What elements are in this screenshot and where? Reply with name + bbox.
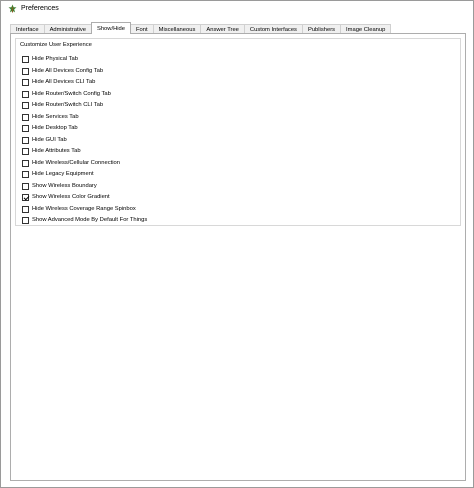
checkbox[interactable] xyxy=(22,217,29,225)
checkbox[interactable] xyxy=(22,56,29,64)
checkbox[interactable] xyxy=(22,171,29,179)
option-label: Hide All Devices CLI Tab xyxy=(32,79,96,86)
option-hide-services-tab[interactable]: Hide Services Tab xyxy=(22,112,147,124)
option-hide-router-switch-cli-tab[interactable]: Hide Router/Switch CLI Tab xyxy=(22,100,147,112)
checkbox[interactable] xyxy=(22,182,29,190)
checkbox[interactable] xyxy=(22,102,29,110)
option-label: Hide GUI Tab xyxy=(32,136,67,143)
option-show-advanced-mode-by-default[interactable]: Show Advanced Mode By Default For Things xyxy=(22,215,147,227)
option-hide-all-devices-cli-tab[interactable]: Hide All Devices CLI Tab xyxy=(22,77,147,89)
option-hide-wireless-coverage-range-spinbox[interactable]: Hide Wireless Coverage Range Spinbox xyxy=(22,204,147,216)
option-label: Hide Services Tab xyxy=(32,113,79,120)
tab-show-hide[interactable]: Show/Hide xyxy=(90,22,132,34)
option-label: Show Advanced Mode By Default For Things xyxy=(32,217,148,224)
checkbox[interactable] xyxy=(22,79,29,87)
group-title: Customize User Experience xyxy=(20,42,92,48)
option-label: Hide Router/Switch Config Tab xyxy=(32,90,111,97)
option-hide-desktop-tab[interactable]: Hide Desktop Tab xyxy=(22,123,147,135)
title-bar[interactable]: Preferences xyxy=(1,1,473,17)
checkbox[interactable] xyxy=(22,67,29,75)
option-label: Hide Physical Tab xyxy=(32,56,78,63)
option-show-wireless-boundary[interactable]: Show Wireless Boundary xyxy=(22,181,147,193)
option-label: Show Wireless Boundary xyxy=(32,182,97,189)
checkbox[interactable] xyxy=(22,159,29,167)
option-label: Hide Desktop Tab xyxy=(32,125,78,132)
checkbox[interactable] xyxy=(22,205,29,213)
option-label: Hide Legacy Equipment xyxy=(32,171,94,178)
options-list: Hide Physical Tab Hide All Devices Confi… xyxy=(22,54,147,227)
option-show-wireless-color-gradient[interactable]: Show Wireless Color Gradient xyxy=(22,192,147,204)
option-hide-wireless-cellular-connection[interactable]: Hide Wireless/Cellular Connection xyxy=(22,158,147,170)
checkbox[interactable] xyxy=(22,125,29,133)
checkbox[interactable] xyxy=(22,148,29,156)
checkbox[interactable] xyxy=(22,194,29,202)
option-hide-physical-tab[interactable]: Hide Physical Tab xyxy=(22,54,147,66)
option-hide-gui-tab[interactable]: Hide GUI Tab xyxy=(22,135,147,147)
option-hide-legacy-equipment[interactable]: Hide Legacy Equipment xyxy=(22,169,147,181)
customize-user-experience-group: Customize User Experience Hide Physical … xyxy=(15,38,461,226)
option-label: Hide Wireless Coverage Range Spinbox xyxy=(32,205,136,212)
option-hide-all-devices-config-tab[interactable]: Hide All Devices Config Tab xyxy=(22,66,147,78)
option-label: Hide All Devices Config Tab xyxy=(32,67,104,74)
option-hide-router-switch-config-tab[interactable]: Hide Router/Switch Config Tab xyxy=(22,89,147,101)
option-label: Hide Wireless/Cellular Connection xyxy=(32,159,120,166)
checkbox[interactable] xyxy=(22,113,29,121)
preferences-window: Preferences Interface Administrative Sho… xyxy=(0,0,474,488)
checkbox[interactable] xyxy=(22,90,29,98)
tab-content-panel: Customize User Experience Hide Physical … xyxy=(10,33,466,481)
option-hide-attributes-tab[interactable]: Hide Attributes Tab xyxy=(22,146,147,158)
window-title: Preferences xyxy=(21,5,59,12)
option-label: Hide Attributes Tab xyxy=(32,148,81,155)
app-icon xyxy=(8,4,17,13)
checkbox[interactable] xyxy=(22,136,29,144)
option-label: Hide Router/Switch CLI Tab xyxy=(32,102,104,109)
option-label: Show Wireless Color Gradient xyxy=(32,194,110,201)
